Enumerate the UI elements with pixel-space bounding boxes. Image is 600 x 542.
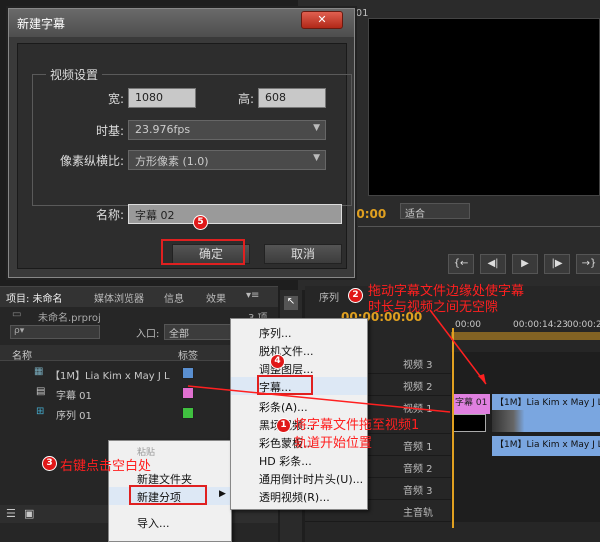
drag-arrow xyxy=(187,385,451,413)
annotation-arrows xyxy=(187,309,487,413)
edge-arrow xyxy=(429,309,487,385)
